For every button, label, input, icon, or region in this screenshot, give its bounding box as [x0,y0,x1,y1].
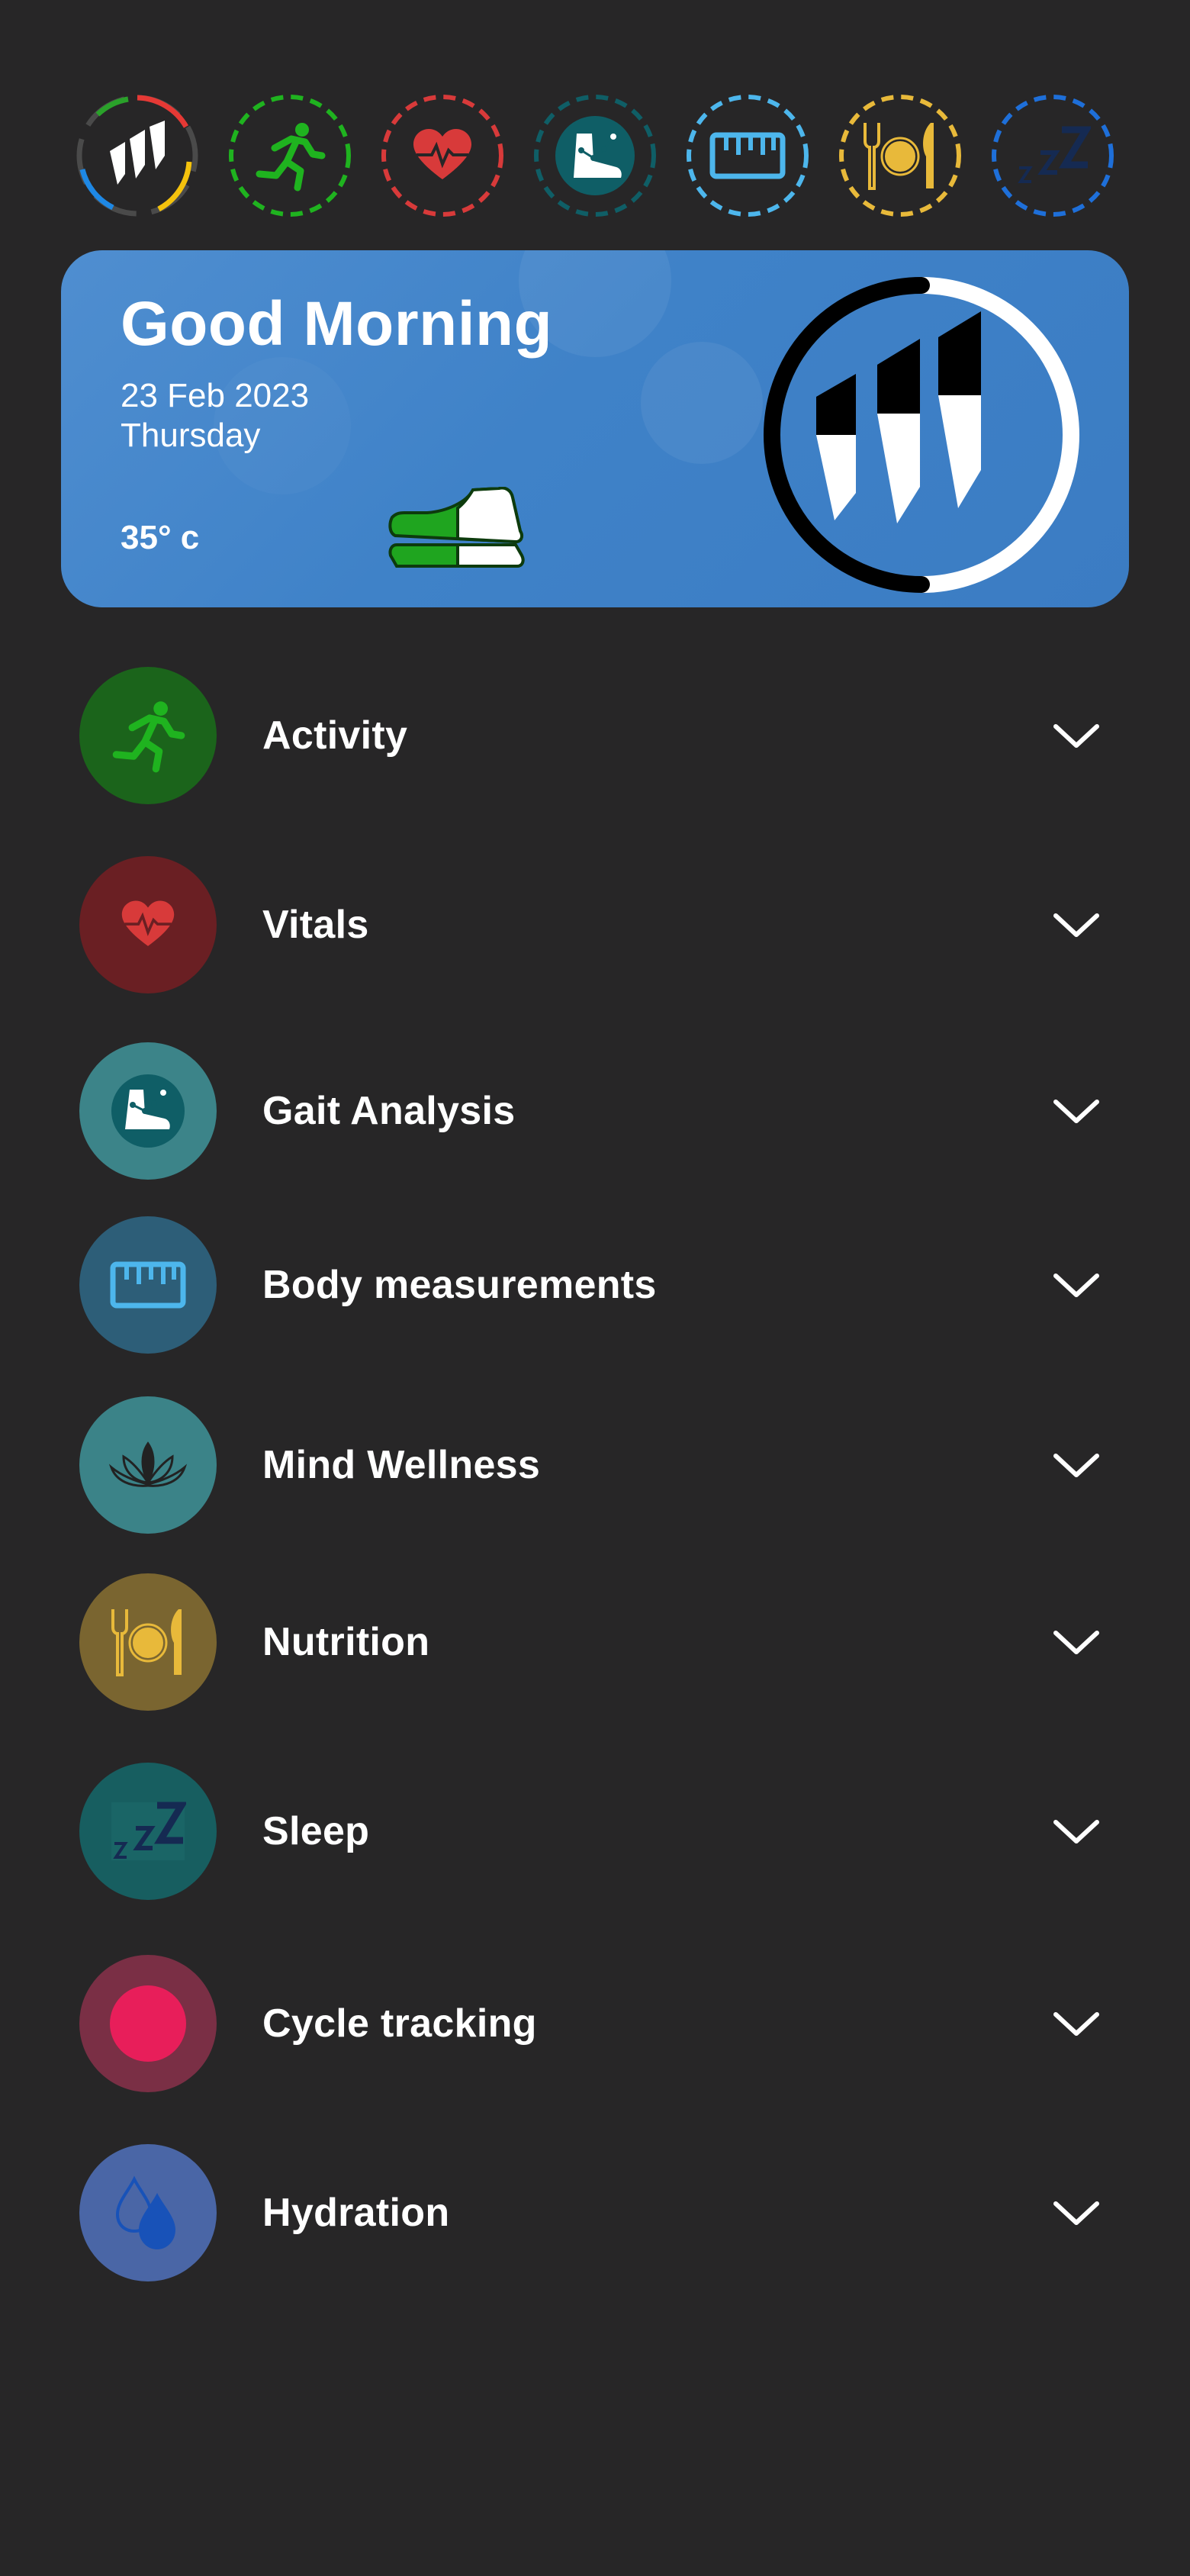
chevron-down-icon[interactable] [1051,720,1102,751]
cycle-dot-icon [110,1985,186,2062]
list-item-nutrition[interactable]: Nutrition [0,1566,1190,1718]
list-item-label: Cycle tracking [262,2001,537,2046]
gait-ring-button[interactable] [532,93,658,218]
list-item-activity[interactable]: Activity [0,659,1190,812]
mind-badge [79,1396,217,1534]
list-item-sleep[interactable]: Sleep [0,1755,1190,1908]
cycle-badge [79,1955,217,2092]
greeting-title: Good Morning [121,289,553,359]
chevron-down-icon[interactable] [1051,1450,1102,1480]
foot-analysis-icon [574,132,622,178]
sleep-zzz-icon [1018,126,1091,183]
list-item-label: Hydration [262,2191,450,2235]
category-ring-bar [0,0,1190,229]
body-badge [79,1216,217,1354]
vitals-badge [79,856,217,993]
list-item-label: Vitals [262,903,369,947]
list-item-label: Activity [262,713,408,758]
list-item-label: Gait Analysis [262,1089,516,1133]
background-bubble [641,342,763,464]
brand-logo-ring-icon [764,277,1079,593]
sleep-badge [79,1763,217,1900]
list-item-body-measurements[interactable]: Body measurements [0,1209,1190,1361]
chevron-down-icon[interactable] [1051,1096,1102,1126]
chevron-down-icon[interactable] [1051,2198,1102,2228]
foot-analysis-icon [111,1074,185,1148]
heart-pulse-icon [413,129,471,179]
running-icon [256,123,326,192]
list-item-hydration[interactable]: Hydration [0,2136,1190,2289]
brand-logo-icon [110,121,165,185]
chevron-down-icon[interactable] [1051,1270,1102,1300]
chevron-down-icon[interactable] [1051,1816,1102,1847]
water-drops-icon [115,2175,175,2249]
date-text: 23 Feb 2023 [121,377,310,414]
list-item-mind-wellness[interactable]: Mind Wellness [0,1389,1190,1541]
plate-cutlery-icon [111,1609,182,1676]
ruler-icon [709,132,786,179]
hydration-badge [79,2144,217,2281]
list-item-label: Body measurements [262,1263,657,1307]
lotus-icon [108,1441,188,1487]
heart-pulse-icon [121,900,175,946]
list-item-label: Nutrition [262,1620,430,1664]
list-item-cycle-tracking[interactable]: Cycle tracking [0,1947,1190,2100]
list-item-gait-analysis[interactable]: Gait Analysis [0,1035,1190,1187]
list-item-vitals[interactable]: Vitals [0,848,1190,1001]
nutrition-badge [79,1573,217,1711]
list-item-label: Mind Wellness [262,1443,541,1487]
ruler-icon [110,1261,186,1309]
chevron-down-icon[interactable] [1051,1627,1102,1657]
chevron-down-icon[interactable] [1051,2008,1102,2039]
list-item-label: Sleep [262,1809,370,1853]
day-text: Thursday [121,417,261,454]
brand-ring-button[interactable] [75,93,200,218]
activity-badge [79,667,217,804]
chevron-down-icon[interactable] [1051,910,1102,940]
plate-cutlery-icon [864,123,934,190]
shoes-icon [388,487,525,568]
nutrition-ring-button[interactable] [838,93,963,218]
gait-badge [79,1042,217,1180]
activity-ring-button[interactable] [227,93,352,218]
greeting-card[interactable]: Good Morning 23 Feb 2023 Thursday 35° c [61,250,1129,607]
running-icon [112,701,185,773]
sleep-zzz-icon [111,1802,186,1860]
vitals-ring-button[interactable] [380,93,505,218]
body-ring-button[interactable] [685,93,810,218]
temperature-text: 35° c [121,519,200,556]
sleep-ring-button[interactable] [990,93,1115,218]
